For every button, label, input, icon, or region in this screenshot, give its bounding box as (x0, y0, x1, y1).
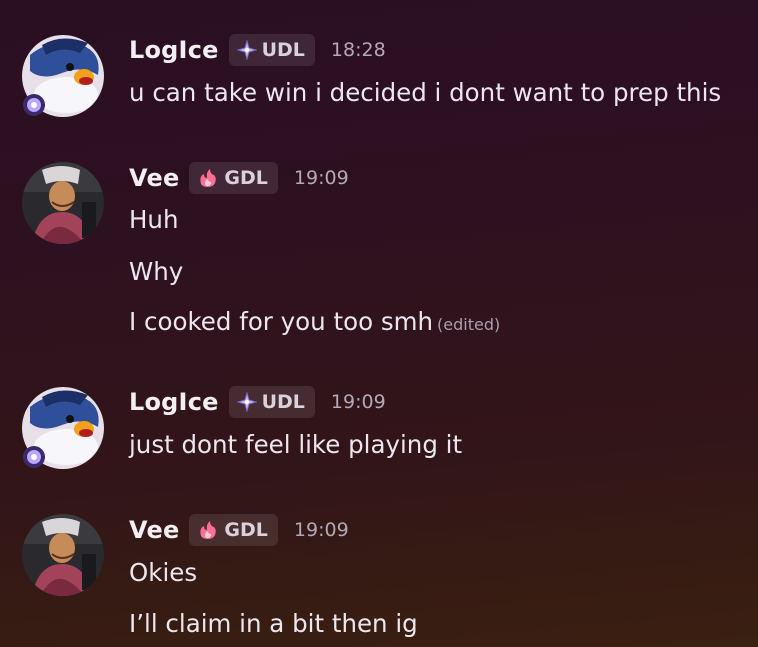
server-tag-label: UDL (261, 39, 305, 61)
message-text: I cooked for you too smh (edited) (129, 306, 500, 341)
server-tag[interactable]: GDL (189, 162, 278, 194)
timestamp[interactable]: 19:09 (294, 167, 349, 189)
timestamp[interactable]: 19:09 (331, 391, 386, 413)
message-text-content: I cooked for you too smh (129, 307, 434, 336)
pink-flame-icon (197, 520, 219, 540)
message-text: Why (129, 257, 184, 286)
character-avatar-icon (22, 162, 104, 244)
penguin-avatar-icon (22, 35, 104, 117)
diamond-sparkle-icon (236, 40, 257, 60)
message-header: Vee GDL 19:09 (129, 162, 349, 194)
penguin-avatar-icon (22, 387, 104, 469)
username[interactable]: Vee (129, 516, 179, 544)
edited-label: (edited) (437, 315, 501, 334)
avatar-vee[interactable] (22, 514, 104, 596)
pink-flame-icon (197, 168, 219, 188)
message-text: u can take win i decided i dont want to … (129, 78, 722, 107)
character-avatar-icon (22, 514, 104, 596)
message-header: LogIce UDL 18:28 (129, 34, 386, 66)
message-text: I’ll claim in a bit then ig (129, 609, 418, 638)
username[interactable]: LogIce (129, 36, 219, 64)
timestamp[interactable]: 18:28 (331, 39, 386, 61)
server-tag[interactable]: UDL (228, 386, 315, 418)
server-tag-label: UDL (261, 391, 305, 413)
server-tag-label: GDL (224, 167, 268, 189)
username[interactable]: LogIce (129, 388, 219, 416)
diamond-sparkle-icon (236, 392, 257, 412)
avatar-vee[interactable] (22, 162, 104, 244)
message-text: just dont feel like playing it (129, 430, 463, 459)
server-tag[interactable]: UDL (228, 34, 315, 66)
server-tag-label: GDL (224, 519, 268, 541)
username[interactable]: Vee (129, 164, 179, 192)
message-header: Vee GDL 19:09 (129, 514, 349, 546)
message-text: Okies (129, 558, 198, 587)
avatar-logice[interactable] (22, 35, 104, 117)
timestamp[interactable]: 19:09 (294, 519, 349, 541)
message-header: LogIce UDL 19:09 (129, 386, 386, 418)
avatar-logice[interactable] (22, 387, 104, 469)
server-tag[interactable]: GDL (189, 514, 278, 546)
message-text: Huh (129, 205, 179, 234)
